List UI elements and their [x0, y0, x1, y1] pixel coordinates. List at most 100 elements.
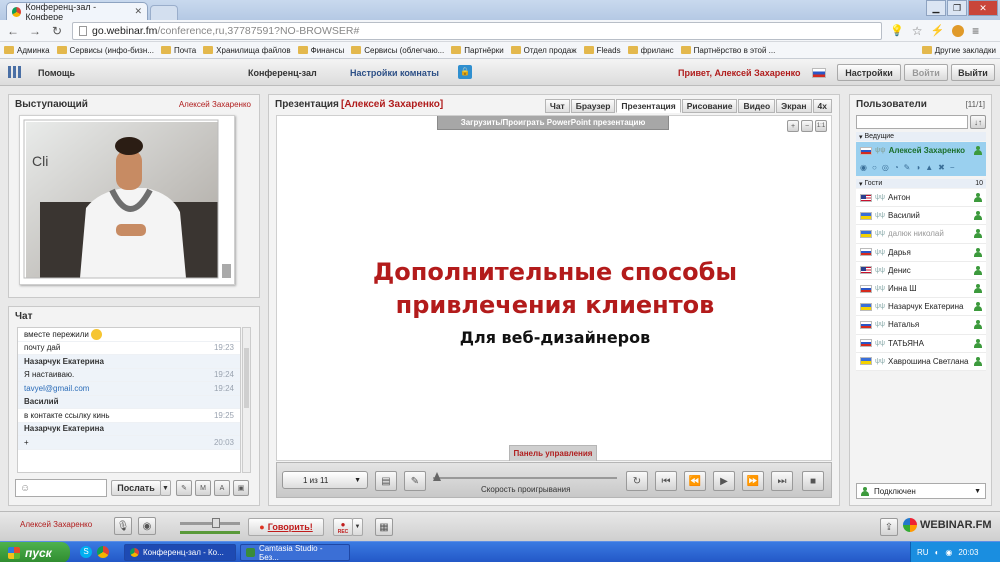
- microphone-icon[interactable]: 🎙: [114, 517, 132, 535]
- host-tool-icon[interactable]: −: [950, 163, 955, 172]
- speak-button[interactable]: ● Говорить!: [248, 518, 324, 536]
- lightning-icon[interactable]: ⚡: [930, 24, 944, 37]
- settings-button[interactable]: Настройки: [837, 64, 901, 81]
- minimize-button[interactable]: ▁: [926, 0, 946, 16]
- back-icon[interactable]: ←: [6, 24, 20, 38]
- other-bookmarks[interactable]: Другие закладки: [921, 46, 996, 55]
- bookmark-item[interactable]: Сервисы (облегчаю...: [351, 46, 444, 55]
- smile-icon[interactable]: ☺: [20, 483, 30, 494]
- forward-icon[interactable]: →: [28, 24, 42, 38]
- bookmark-item[interactable]: Отдел продаж: [510, 46, 577, 55]
- bookmark-item[interactable]: Партнёрки: [451, 46, 504, 55]
- share-icon[interactable]: ⇪: [880, 518, 898, 536]
- lock-icon[interactable]: 🔒: [458, 65, 472, 79]
- host-tool-icon[interactable]: ◑: [915, 163, 920, 172]
- guest-row[interactable]: ψψ Назарчук Екатерина: [856, 298, 986, 317]
- bookmark-item[interactable]: Админка: [4, 46, 50, 55]
- logout-button[interactable]: Выйти: [951, 64, 995, 81]
- pen-icon[interactable]: ✎: [404, 471, 426, 491]
- host-tool-icon[interactable]: ✖: [938, 163, 945, 172]
- fit-icon[interactable]: 1:1: [815, 120, 827, 132]
- chat-scrollbar[interactable]: [242, 327, 251, 473]
- tab-2[interactable]: Презентация: [616, 99, 681, 113]
- room-link[interactable]: Конференц-зал: [248, 68, 317, 78]
- language-flag-icon[interactable]: [812, 68, 826, 78]
- tab-6[interactable]: 4x: [812, 99, 832, 113]
- tray-icon[interactable]: ◐: [935, 548, 940, 557]
- address-bar[interactable]: go.webinar.fm/conference,ru,37787591?NO-…: [72, 21, 882, 40]
- chat-option-icon[interactable]: ▣: [233, 480, 249, 496]
- help-link[interactable]: Помощь: [38, 68, 75, 78]
- star-icon[interactable]: ☆: [912, 24, 923, 38]
- guest-row[interactable]: ψψ Хаврошина Светлана: [856, 352, 986, 371]
- chrome-icon[interactable]: [97, 546, 109, 558]
- send-button[interactable]: Послать: [111, 480, 161, 496]
- volume-slider[interactable]: [180, 518, 240, 528]
- guest-row[interactable]: ψψ Инна Ш: [856, 279, 986, 299]
- prev-slide-icon[interactable]: ⏪: [684, 471, 706, 491]
- extension-icon[interactable]: [952, 24, 965, 37]
- group-hosts[interactable]: ▾ Ведущие: [856, 132, 986, 141]
- room-settings-link[interactable]: Настройки комнаты: [350, 68, 439, 78]
- maximize-button[interactable]: ❐: [947, 0, 967, 16]
- chat-option-icon[interactable]: A: [214, 480, 230, 496]
- host-tool-icon[interactable]: ✎: [904, 163, 911, 172]
- record-button[interactable]: ● REC: [333, 518, 353, 536]
- bulb-icon[interactable]: 💡: [890, 24, 904, 37]
- bookmark-item[interactable]: Сервисы (инфо-бизн...: [56, 46, 154, 55]
- volume-icon[interactable]: [222, 264, 231, 278]
- next-slide-icon[interactable]: ⏩: [742, 471, 764, 491]
- guest-row[interactable]: ψψ Наталья: [856, 316, 986, 335]
- host-tool-icon[interactable]: ◔: [894, 163, 899, 172]
- layout-icon[interactable]: ▦: [375, 518, 393, 536]
- mic-level-slider[interactable]: [180, 531, 240, 534]
- reload-icon[interactable]: ↻: [50, 24, 64, 38]
- close-tab-icon[interactable]: ✕: [134, 6, 142, 17]
- send-dropdown-icon[interactable]: ▼: [160, 480, 171, 496]
- guest-row[interactable]: ψψ Антон: [856, 189, 986, 208]
- guest-row[interactable]: ψψ Денис: [856, 261, 986, 280]
- host-tool-icon[interactable]: ▲: [925, 163, 933, 172]
- tab-0[interactable]: Чат: [544, 99, 570, 113]
- host-tool-icon[interactable]: ◎: [882, 163, 889, 172]
- speed-slider[interactable]: [433, 472, 617, 481]
- status-select[interactable]: Подключен ▼: [856, 483, 986, 499]
- user-search-input[interactable]: [856, 115, 968, 129]
- record-dropdown-icon[interactable]: ▼: [352, 518, 363, 536]
- sort-icon[interactable]: ↓↑: [970, 115, 986, 129]
- tray-icon[interactable]: ◉: [945, 548, 952, 557]
- tab-5[interactable]: Экран: [776, 99, 812, 113]
- host-row[interactable]: ψψ Алексей Захаренко: [856, 142, 986, 159]
- taskbar-item-browser[interactable]: Конференц-зал - Ко...: [124, 544, 236, 561]
- guest-row[interactable]: ψψ ТАТЬЯНА: [856, 334, 986, 353]
- chat-option-icon[interactable]: ✎: [176, 480, 192, 496]
- language-indicator[interactable]: RU: [917, 548, 929, 557]
- tab-4[interactable]: Видео: [738, 99, 776, 113]
- login-button[interactable]: Войти: [904, 64, 948, 81]
- guest-row[interactable]: ψψ Дарья: [856, 243, 986, 262]
- refresh-icon[interactable]: ↻: [626, 471, 648, 491]
- camera-icon[interactable]: ◉: [138, 517, 156, 535]
- zoom-out-icon[interactable]: −: [801, 120, 813, 132]
- bookmark-item[interactable]: Почта: [160, 46, 196, 55]
- bookmark-item[interactable]: фриланс: [627, 46, 674, 55]
- tab-1[interactable]: Браузер: [570, 99, 616, 113]
- last-slide-icon[interactable]: ⏭: [771, 471, 793, 491]
- play-icon[interactable]: ▶: [713, 471, 735, 491]
- bookmark-item[interactable]: Хранилища файлов: [203, 46, 291, 55]
- host-tool-icon[interactable]: ○: [872, 163, 877, 172]
- close-window-button[interactable]: ✕: [968, 0, 998, 16]
- group-guests[interactable]: ▾ Гости 10: [856, 179, 986, 188]
- control-panel-label[interactable]: Панель управления: [509, 445, 597, 461]
- tab-3[interactable]: Рисование: [681, 99, 738, 113]
- first-slide-icon[interactable]: ⏮: [655, 471, 677, 491]
- bookmark-item[interactable]: Fleads: [583, 46, 621, 55]
- guest-row[interactable]: ψψ Василий: [856, 207, 986, 226]
- guest-row[interactable]: ψψ далюк николай: [856, 225, 986, 244]
- taskbar-item-camtasia[interactable]: Camtasia Studio - Без...: [240, 544, 350, 562]
- bookmark-item[interactable]: Финансы: [297, 46, 344, 55]
- skype-icon[interactable]: S: [80, 546, 92, 558]
- host-tool-icon[interactable]: ◉: [860, 163, 867, 172]
- start-button[interactable]: пуск: [0, 542, 70, 562]
- browser-tab[interactable]: Конференц-зал - Конфере ✕: [6, 2, 148, 22]
